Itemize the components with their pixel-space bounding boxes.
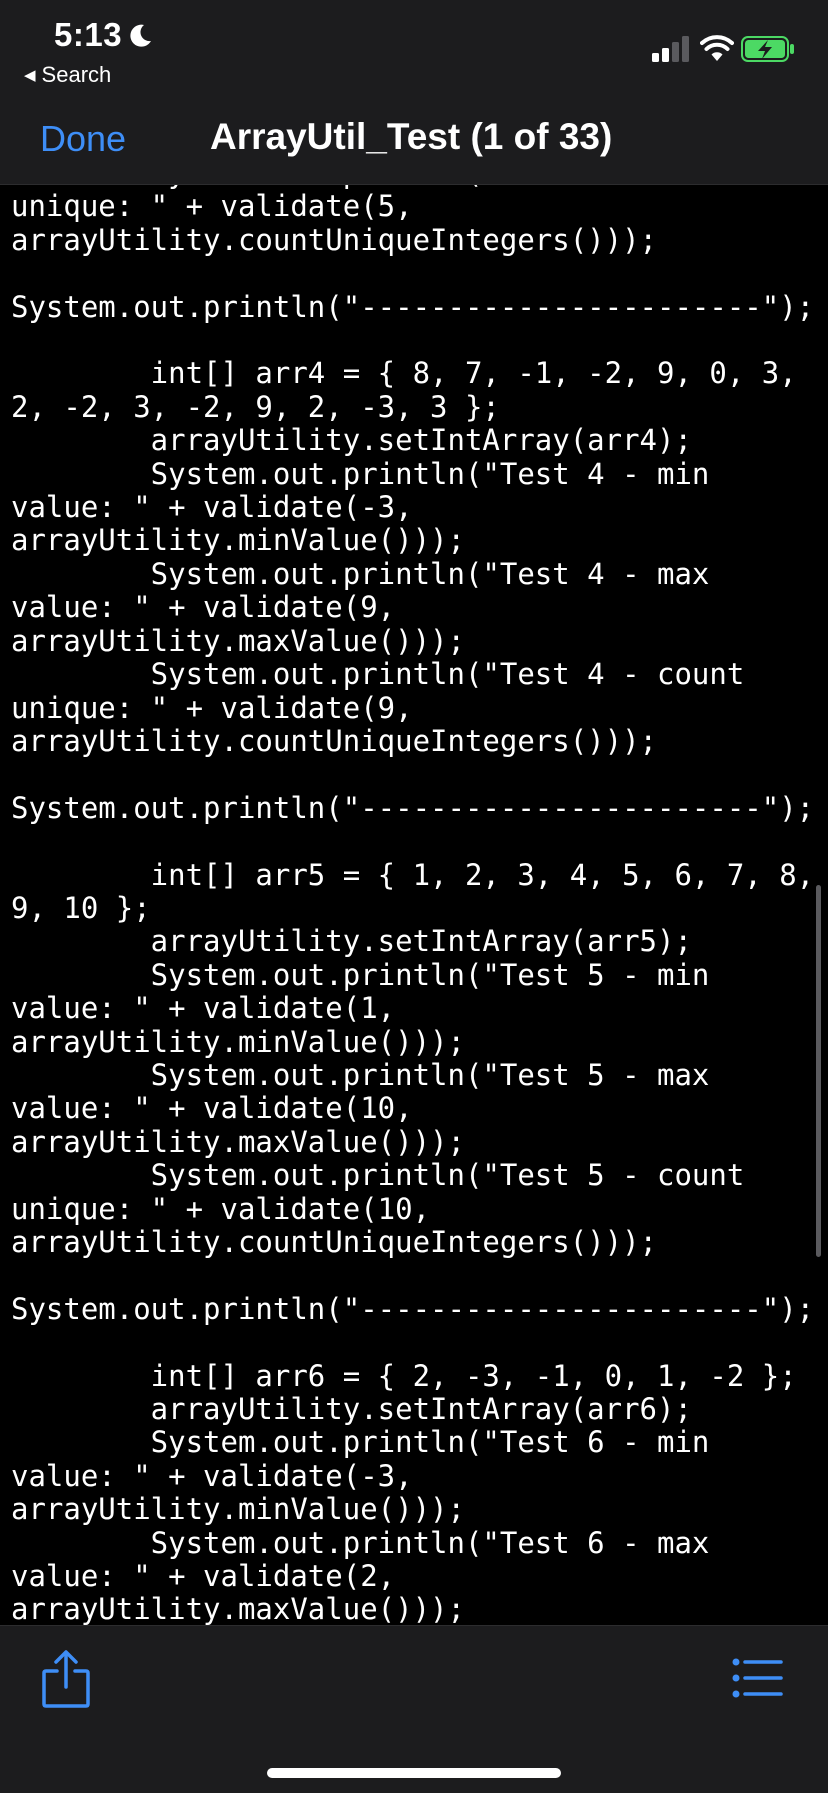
code-viewer[interactable]: System.out.println("Test 3 - count uniqu… — [0, 185, 828, 1625]
code-line: System.out.println("--------------------… — [11, 790, 815, 825]
code-line: value: " + validate(10, — [11, 1091, 413, 1126]
scrollbar-thumb[interactable] — [816, 885, 821, 1257]
home-indicator[interactable] — [267, 1768, 561, 1778]
code-line: arrayUtility.maxValue())); — [11, 1592, 465, 1625]
bottom-toolbar — [0, 1625, 828, 1793]
code-line: unique: " + validate(10, — [11, 1191, 431, 1226]
code-line: value: " + validate(1, — [11, 991, 396, 1026]
code-line: int[] arr4 = { 8, 7, -1, -2, 9, 0, 3, — [11, 356, 797, 391]
code-line: arrayUtility.countUniqueIntegers())); — [11, 723, 658, 758]
code-line: System.out.println("Test 6 - min — [11, 1425, 710, 1460]
code-line: System.out.println("--------------------… — [11, 1291, 815, 1326]
back-to-search-link[interactable]: ◀ Search — [24, 62, 111, 88]
share-icon[interactable] — [40, 1649, 92, 1709]
code-line: int[] arr5 = { 1, 2, 3, 4, 5, 6, 7, 8, — [11, 857, 815, 892]
back-triangle-icon: ◀ — [24, 67, 36, 84]
page-title: ArrayUtil_Test (1 of 33) — [210, 116, 613, 157]
code-line: System.out.println("Test 5 - min — [11, 957, 710, 992]
code-line: unique: " + validate(5, — [11, 189, 413, 224]
status-time: 5:13 — [54, 16, 123, 53]
code-line: System.out.println("Test 5 - count — [11, 1158, 745, 1193]
code-line: System.out.println("Test 4 - min — [11, 456, 710, 491]
cellular-signal-icon — [652, 36, 689, 62]
done-button[interactable]: Done — [40, 118, 126, 160]
code-line: arrayUtility.setIntArray(arr4); — [11, 423, 692, 458]
code-line: System.out.println("Test 4 - max — [11, 556, 710, 591]
code-line: value: " + validate(-3, — [11, 490, 413, 525]
code-line: System.out.println("Test 5 - max — [11, 1057, 710, 1092]
code-line: System.out.println("--------------------… — [11, 289, 815, 324]
code-line: arrayUtility.maxValue())); — [11, 1124, 465, 1159]
code-line: arrayUtility.minValue())); — [11, 523, 465, 558]
code-line: value: " + validate(-3, — [11, 1458, 413, 1493]
wifi-icon — [700, 35, 734, 61]
code-line: 2, -2, 3, -2, 9, 2, -3, 3 }; — [11, 389, 500, 424]
code-line: value: " + validate(2, — [11, 1559, 396, 1594]
code-line: arrayUtility.maxValue())); — [11, 623, 465, 658]
code-line: arrayUtility.setIntArray(arr6); — [11, 1392, 692, 1427]
battery-charging-icon — [741, 36, 794, 62]
code-line: int[] arr6 = { 2, -3, -1, 0, 1, -2 }; — [11, 1358, 797, 1393]
top-bar: 5:13 ◀ Search Done ArrayUtil_Test (1 of 3… — [0, 0, 828, 185]
code-line: System.out.println("Test 4 - count — [11, 657, 745, 692]
code-line: System.out.println("Test 6 - max — [11, 1525, 710, 1560]
code-line: arrayUtility.minValue())); — [11, 1024, 465, 1059]
code-line: arrayUtility.minValue())); — [11, 1492, 465, 1527]
code-line: unique: " + validate(9, — [11, 690, 413, 725]
list-icon[interactable] — [732, 1658, 784, 1698]
code-line: arrayUtility.countUniqueIntegers())); — [11, 222, 658, 257]
moon-icon — [130, 24, 151, 47]
code-text: System.out.println("Test 3 - count uniqu… — [11, 185, 814, 1625]
code-line: 9, 10 }; — [11, 890, 151, 925]
back-app-label: Search — [41, 62, 112, 87]
code-line: value: " + validate(9, — [11, 590, 396, 625]
code-line: arrayUtility.setIntArray(arr5); — [11, 924, 692, 959]
code-line: arrayUtility.countUniqueIntegers())); — [11, 1225, 658, 1259]
